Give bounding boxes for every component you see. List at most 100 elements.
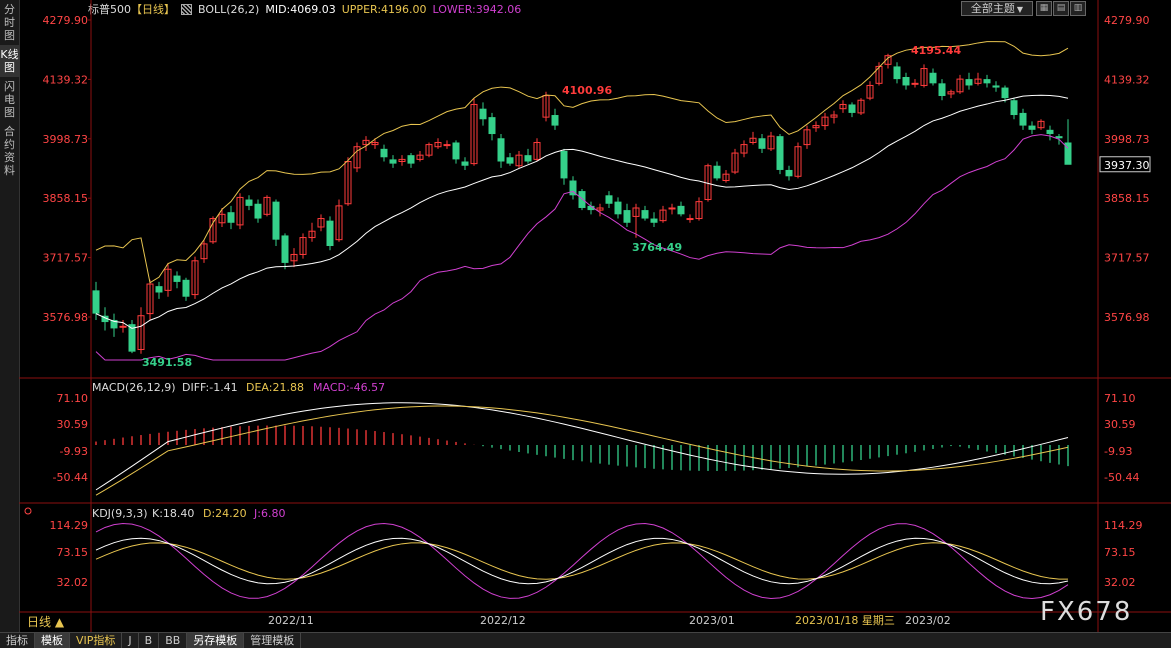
candle-body	[1019, 112, 1027, 126]
price-tick-left: 4139.32	[43, 73, 89, 86]
tab-save-template[interactable]: 另存模板	[187, 633, 245, 648]
price-tick-left: 4279.90	[43, 14, 89, 27]
bottom-toolbar: 指标 模板 VIP指标 J B BB 另存模板 管理模板	[0, 632, 1171, 648]
kdj-k: K:18.40	[152, 507, 194, 520]
candle-body	[758, 138, 766, 149]
kdj-d-line	[95, 542, 1069, 580]
candle-body	[911, 82, 919, 85]
candle-body	[1046, 129, 1054, 135]
tab-b[interactable]: B	[139, 633, 160, 648]
tab-vip-indicator[interactable]: VIP指标	[70, 633, 123, 648]
chart-canvas[interactable]: 4279.90 4279.90 4139.32 4139.32 3998.73 3998.…	[19, 0, 1171, 632]
candle-body	[281, 235, 289, 263]
sidebar-item-kline[interactable]: K线图	[0, 45, 19, 77]
tab-template[interactable]: 模板	[35, 633, 70, 648]
candle-body	[902, 76, 910, 86]
macd-tick-right: 71.10	[1104, 392, 1136, 405]
candle-body	[380, 148, 388, 158]
watermark-logo: FX678	[1040, 597, 1133, 627]
macd-dea: DEA:21.88	[246, 381, 304, 394]
candle-body	[479, 108, 487, 120]
kdj-d: D:24.20	[203, 507, 247, 520]
chart-area[interactable]: 4279.90 4279.90 4139.32 4139.32 3998.73 3998.…	[19, 0, 1171, 632]
time-axis-label: 2023/01/18 星期三	[795, 614, 895, 627]
candle-body	[776, 136, 784, 170]
candle-body	[182, 279, 190, 297]
candle-body	[452, 142, 460, 160]
price-tick-left: 3858.15	[43, 192, 89, 205]
kdj-tick-right: 73.15	[1104, 546, 1136, 559]
tab-indicator[interactable]: 指标	[0, 633, 35, 648]
candle-body	[497, 138, 505, 162]
candle-body	[254, 203, 262, 219]
candle-body	[551, 115, 559, 126]
price-tick-left: 3998.73	[43, 133, 89, 146]
boll-mid-line	[95, 94, 1069, 329]
candle-body	[965, 79, 973, 86]
tab-j[interactable]: J	[122, 633, 139, 648]
kdj-tick-left: 32.02	[57, 576, 89, 589]
kdj-k-line	[95, 537, 1069, 585]
candle-body	[443, 144, 451, 147]
current-price-label: 3937.30	[1104, 159, 1150, 172]
period-selector[interactable]: 日线 ▲	[27, 613, 64, 630]
candle-body	[461, 161, 469, 166]
macd-tick-left: 71.10	[57, 392, 89, 405]
candle-body	[668, 207, 676, 210]
candle-body	[389, 159, 397, 164]
candle-body	[119, 325, 127, 328]
price-tick-right: 4279.90	[1104, 14, 1150, 27]
candle-body	[929, 72, 937, 84]
time-axis-label: 2023/02	[905, 614, 951, 627]
low-annotation-2: 3764.49	[632, 241, 682, 254]
candle-body	[155, 286, 163, 293]
boll-upper-line	[95, 41, 1069, 284]
candle-body	[893, 66, 901, 80]
sidebar-item-contract[interactable]: 合约资料	[0, 122, 19, 180]
kdj-tick-right: 114.29	[1104, 519, 1143, 532]
candle-body	[605, 195, 613, 204]
sidebar-item-timeshare[interactable]: 分时图	[0, 0, 19, 45]
candle-body	[1001, 87, 1009, 99]
candle-body	[524, 155, 532, 162]
candle-body	[1010, 100, 1018, 116]
kdj-tick-right: 32.02	[1104, 576, 1136, 589]
macd-value: MACD:-46.57	[313, 381, 385, 394]
candle-body	[650, 218, 658, 223]
candle-body	[677, 205, 685, 215]
price-tick-right: 3858.15	[1104, 192, 1150, 205]
candle-body	[227, 212, 235, 223]
candle-body	[173, 275, 181, 282]
tab-bb[interactable]: BB	[159, 633, 188, 648]
sidebar: 分时图 K线图 闪电图 合约资料	[0, 0, 20, 632]
price-tick-left: 3576.98	[43, 311, 89, 324]
high-annotation-1: 4100.96	[562, 84, 612, 97]
price-tick-right: 3576.98	[1104, 311, 1150, 324]
time-axis-label: 2022/11	[268, 614, 314, 627]
candle-body	[983, 79, 991, 84]
macd-tick-right: 30.59	[1104, 418, 1136, 431]
candle-body	[641, 210, 649, 219]
macd-tick-right: -50.44	[1104, 471, 1139, 484]
candle-body	[407, 155, 415, 164]
kdj-tick-left: 114.29	[50, 519, 89, 532]
candle-body	[938, 83, 946, 97]
macd-tick-right: -9.93	[1104, 445, 1132, 458]
macd-title: MACD(26,12,9)	[92, 381, 176, 394]
kdj-tick-left: 73.15	[57, 546, 89, 559]
kdj-settings-icon	[24, 507, 32, 515]
sidebar-item-flash[interactable]: 闪电图	[0, 77, 19, 122]
macd-tick-left: -50.44	[53, 471, 88, 484]
macd-tick-left: -9.93	[60, 445, 88, 458]
candle-body	[713, 165, 721, 179]
macd-diff: DIFF:-1.41	[182, 381, 238, 394]
candle-body	[272, 201, 280, 240]
tab-manage-template[interactable]: 管理模板	[244, 633, 302, 648]
candle-body	[848, 104, 856, 113]
candle-body	[578, 191, 586, 208]
candle-body	[245, 199, 253, 206]
time-axis-label: 2023/01	[689, 614, 735, 627]
price-tick-right: 3998.73	[1104, 133, 1150, 146]
candle-body	[92, 290, 100, 314]
kdj-j: J:6.80	[253, 507, 285, 520]
